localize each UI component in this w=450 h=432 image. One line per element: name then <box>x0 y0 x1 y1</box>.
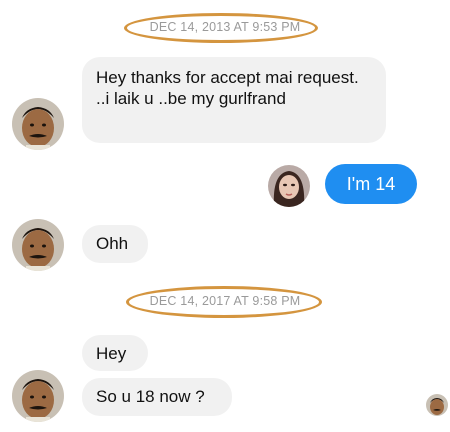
message-text: Hey thanks for accept mai request. ..i l… <box>96 68 359 108</box>
message-text: Hey <box>96 344 127 363</box>
seen-indicator-avatar <box>426 394 448 416</box>
sender-avatar[interactable] <box>12 98 64 150</box>
sender-avatar[interactable] <box>12 219 64 271</box>
timestamp-label: DEC 14, 2017 AT 9:58 PM <box>149 294 301 308</box>
message-bubble[interactable]: Hey thanks for accept mai request. ..i l… <box>82 57 386 143</box>
woman-portrait-icon <box>268 165 310 207</box>
timestamp-2: DEC 14, 2017 AT 9:58 PM <box>0 286 450 318</box>
man-portrait-icon <box>12 219 64 271</box>
message-text: So u 18 now ? <box>96 387 205 406</box>
message-bubble[interactable]: So u 18 now ? <box>82 378 232 416</box>
timestamp-1: DEC 14, 2013 AT 9:53 PM <box>0 13 450 43</box>
sender-avatar[interactable] <box>12 370 64 422</box>
message-bubble[interactable]: Ohh <box>82 225 148 263</box>
man-portrait-icon <box>12 370 64 422</box>
message-bubble[interactable]: Hey <box>82 335 148 371</box>
recipient-avatar[interactable] <box>268 165 310 207</box>
message-text: Ohh <box>96 234 129 253</box>
message-text: I'm 14 <box>346 174 396 194</box>
timestamp-label: DEC 14, 2013 AT 9:53 PM <box>149 20 301 34</box>
man-portrait-icon <box>426 394 448 416</box>
message-bubble-outgoing[interactable]: I'm 14 <box>325 164 417 204</box>
man-portrait-icon <box>12 98 64 150</box>
